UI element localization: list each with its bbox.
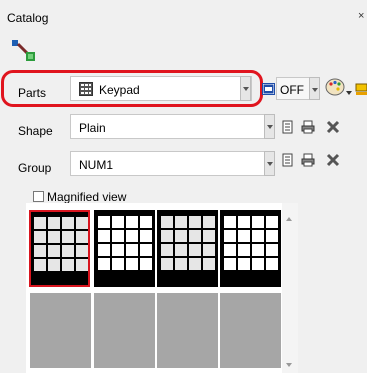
- fill-color-icon[interactable]: [355, 82, 367, 96]
- close-icon[interactable]: ×: [358, 10, 364, 22]
- parts-value: Keypad: [99, 83, 140, 97]
- magnified-view-checkbox[interactable]: [33, 191, 44, 202]
- keypad-icon: [79, 82, 93, 96]
- color-palette-icon[interactable]: [325, 78, 345, 96]
- empty-thumbnail-slot: [157, 293, 218, 368]
- scroll-up-icon[interactable]: [286, 217, 292, 221]
- empty-thumbnail-slot: [94, 293, 155, 368]
- keypad-thumbnail-1[interactable]: [29, 210, 90, 287]
- parts-label: Parts: [18, 86, 47, 100]
- catalog-tool-icon[interactable]: [10, 38, 38, 64]
- group-dropdown-arrow-icon[interactable]: [264, 151, 275, 176]
- group-value: NUM1: [79, 158, 114, 172]
- palette-dropdown-arrow-icon[interactable]: [346, 85, 352, 95]
- group-copy-icon[interactable]: [281, 153, 295, 167]
- shape-value: Plain: [79, 121, 106, 135]
- empty-thumbnail-slot: [220, 293, 281, 368]
- state-dropdown-arrow-icon[interactable]: [309, 77, 320, 100]
- keypad-thumbnail-4[interactable]: [220, 210, 281, 287]
- shape-label: Shape: [18, 124, 53, 138]
- thumbnail-scrollbar[interactable]: [282, 203, 298, 373]
- parts-dropdown-arrow-icon[interactable]: [240, 76, 251, 101]
- keypad-thumbnail-3[interactable]: [157, 210, 218, 287]
- off-state-icon[interactable]: [262, 83, 275, 95]
- scroll-down-icon[interactable]: [286, 363, 292, 367]
- group-select[interactable]: NUM1: [70, 151, 265, 176]
- group-label: Group: [18, 161, 52, 175]
- magnified-view-label: Magnified view: [47, 190, 127, 204]
- empty-thumbnail-slot: [30, 293, 91, 368]
- state-value: OFF: [280, 83, 304, 97]
- keypad-thumbnail-2[interactable]: [94, 210, 155, 287]
- shape-copy-icon[interactable]: [281, 120, 295, 134]
- shape-print-icon[interactable]: [301, 120, 315, 134]
- shape-dropdown-arrow-icon[interactable]: [264, 114, 275, 139]
- group-delete-icon[interactable]: [326, 153, 340, 167]
- panel-titlebar: Catalog ×: [0, 0, 367, 30]
- panel-title: Catalog: [7, 11, 49, 25]
- shape-delete-icon[interactable]: [326, 120, 340, 134]
- shape-select[interactable]: Plain: [70, 114, 265, 139]
- parts-select[interactable]: Keypad: [70, 76, 252, 101]
- group-print-icon[interactable]: [301, 153, 315, 167]
